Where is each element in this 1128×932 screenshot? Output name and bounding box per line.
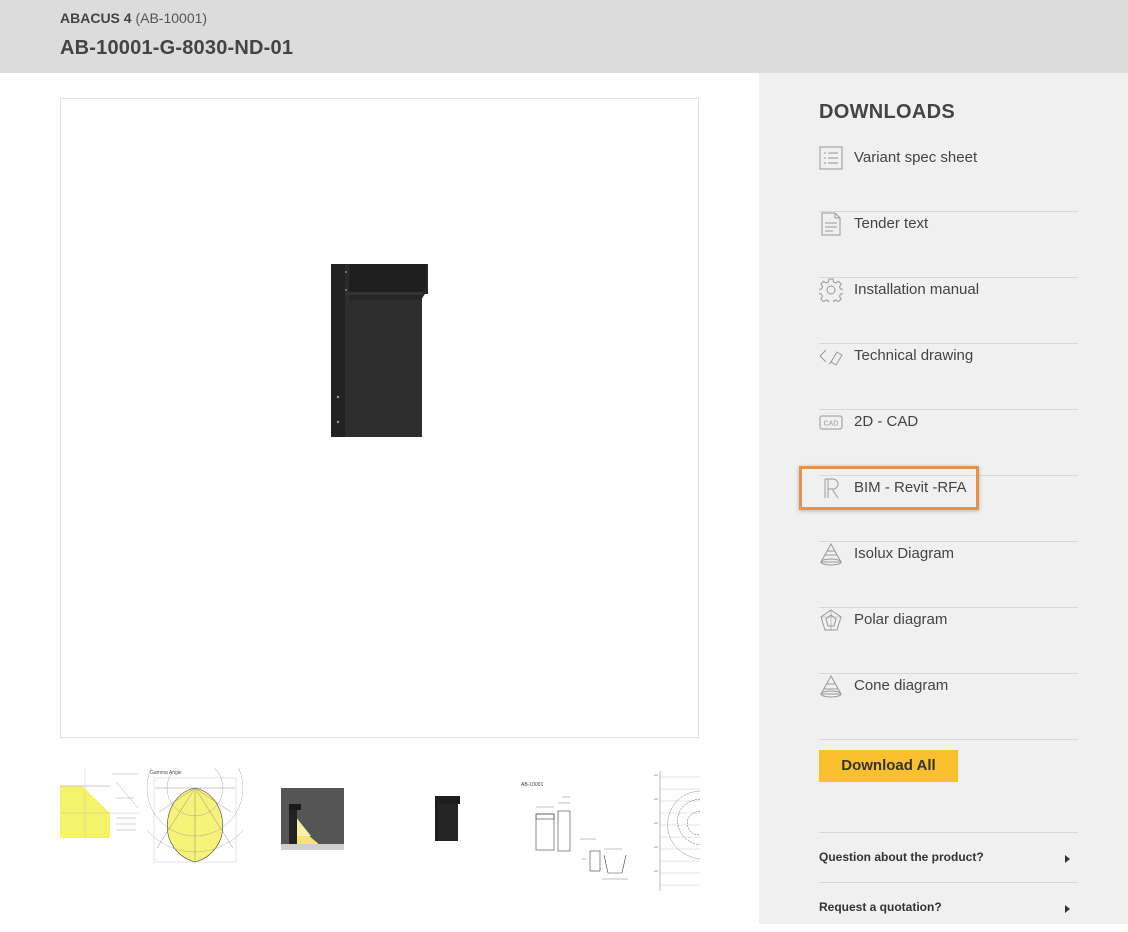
download-cone-diagram[interactable]: Cone diagram: [819, 674, 1078, 740]
gear-icon: [819, 278, 843, 302]
download-variant-spec-sheet[interactable]: Variant spec sheet: [819, 146, 1078, 212]
downloads-sidebar: DOWNLOADS Variant spec sheet Tender text…: [759, 73, 1128, 924]
faq-label: Question about the product?: [819, 850, 984, 864]
page-header: ABACUS 4 (AB-10001) AB-10001-G-8030-ND-0…: [0, 0, 1128, 73]
variant-code: AB-10001-G-8030-ND-01: [60, 37, 294, 59]
download-label: Cone diagram: [854, 677, 949, 694]
list-document-icon: [819, 146, 843, 170]
thumbnail-strip: Gamma Angle AB-10001: [60, 765, 700, 905]
svg-text:CAD: CAD: [824, 421, 839, 428]
question-about-product-link[interactable]: Question about the product?: [819, 832, 1078, 882]
isolux-grid-thumbnail[interactable]: [650, 771, 700, 897]
download-label: Polar diagram: [854, 611, 948, 628]
gamma-label: Gamma Angle: [150, 770, 182, 776]
cad-icon: CAD: [819, 415, 843, 430]
isolux-thumbnail[interactable]: [60, 768, 140, 838]
download-all-button[interactable]: Download All: [819, 750, 958, 782]
download-label: Tender text: [854, 215, 929, 232]
product-family: ABACUS 4 (AB-10001): [60, 10, 207, 26]
highlight-box: [799, 466, 979, 510]
family-name: ABACUS 4: [60, 10, 132, 26]
product-render: [331, 264, 428, 437]
request-quotation-link[interactable]: Request a quotation?: [819, 882, 1078, 932]
technical-drawing-thumbnail[interactable]: AB-10001: [518, 779, 638, 889]
download-installation-manual[interactable]: Installation manual: [819, 278, 1078, 344]
isolux-icon: [820, 542, 842, 566]
text-document-icon: [821, 212, 841, 236]
download-label: Isolux Diagram: [854, 545, 955, 562]
drawing-code: AB-10001: [521, 782, 543, 788]
arrow-right-icon: [1065, 855, 1070, 863]
download-tender-text[interactable]: Tender text: [819, 212, 1078, 278]
polar-icon: [820, 609, 842, 631]
faq-label: Request a quotation?: [819, 900, 942, 914]
polar-thumbnail[interactable]: Gamma Angle: [147, 768, 243, 870]
download-label: 2D - CAD: [854, 413, 919, 430]
product-thumbnail[interactable]: [435, 796, 460, 841]
download-polar-diagram[interactable]: Polar diagram: [819, 608, 1078, 674]
cone-icon: [820, 674, 842, 698]
download-label: Variant spec sheet: [854, 149, 978, 166]
download-isolux-diagram[interactable]: Isolux Diagram: [819, 542, 1078, 608]
download-label: Installation manual: [854, 281, 980, 298]
family-code: (AB-10001): [135, 10, 208, 26]
arrow-right-icon: [1065, 905, 1070, 913]
download-label: Technical drawing: [854, 347, 974, 364]
technical-drawing-icon: [819, 349, 843, 366]
lit-photo-thumbnail[interactable]: [281, 788, 344, 850]
download-technical-drawing[interactable]: Technical drawing: [819, 344, 1078, 410]
main-product-image[interactable]: [60, 98, 699, 738]
downloads-title: DOWNLOADS: [819, 101, 956, 123]
